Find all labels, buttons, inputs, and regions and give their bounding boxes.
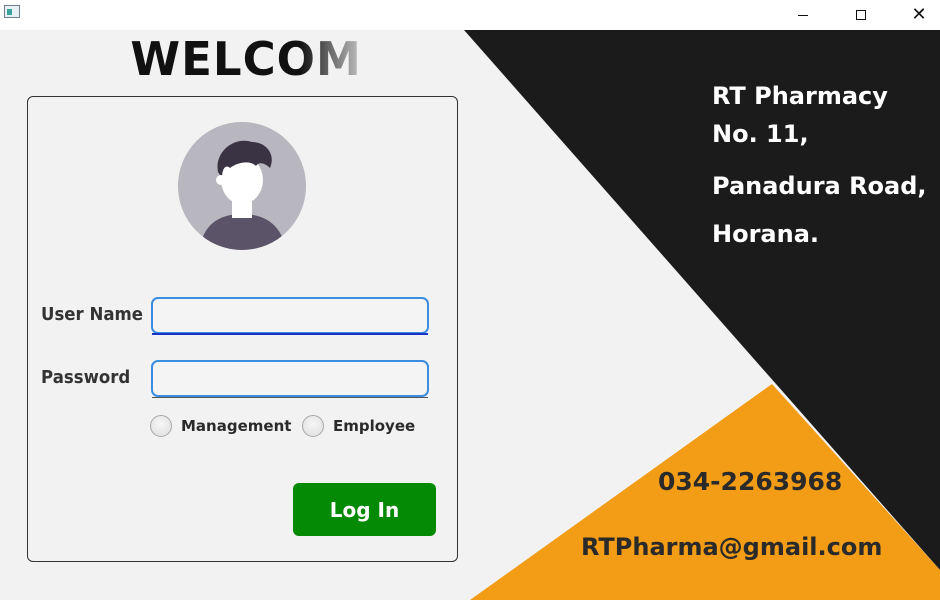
employee-radio[interactable]: Employee bbox=[302, 415, 415, 437]
email-address: RTPharma@gmail.com bbox=[581, 533, 883, 561]
phone-number: 034-2263968 bbox=[658, 467, 843, 496]
management-radio-label[interactable]: Management bbox=[181, 417, 291, 435]
employee-radio-circle[interactable] bbox=[302, 415, 324, 437]
address-line-1: No. 11, bbox=[712, 120, 809, 148]
pharmacy-name: RT Pharmacy bbox=[712, 82, 888, 110]
username-label: User Name bbox=[41, 304, 143, 325]
management-radio-circle[interactable] bbox=[150, 415, 172, 437]
management-radio[interactable]: Management bbox=[150, 415, 291, 437]
login-panel: User Name Password Management Employee L… bbox=[27, 96, 458, 562]
maximize-button[interactable] bbox=[838, 0, 884, 30]
close-icon: ✕ bbox=[911, 4, 927, 25]
minimize-icon bbox=[798, 14, 808, 16]
app-window-icon bbox=[4, 5, 20, 18]
minimize-button[interactable] bbox=[780, 0, 826, 30]
close-button[interactable]: ✕ bbox=[896, 0, 940, 30]
password-label: Password bbox=[41, 367, 131, 388]
user-avatar-icon bbox=[178, 122, 306, 250]
username-input[interactable] bbox=[151, 297, 429, 334]
title-bar: ✕ bbox=[0, 0, 940, 30]
password-underline bbox=[152, 397, 428, 398]
password-input[interactable] bbox=[151, 360, 429, 397]
avatar-graphic bbox=[178, 122, 306, 250]
address-city: Horana. bbox=[712, 220, 820, 248]
username-underline bbox=[152, 333, 428, 335]
maximize-icon bbox=[856, 10, 866, 20]
employee-radio-label[interactable]: Employee bbox=[333, 417, 415, 435]
welcome-heading: WELCOME! bbox=[130, 32, 416, 86]
login-button[interactable]: Log In bbox=[293, 483, 436, 536]
address-line-2: Panadura Road, bbox=[712, 172, 927, 200]
